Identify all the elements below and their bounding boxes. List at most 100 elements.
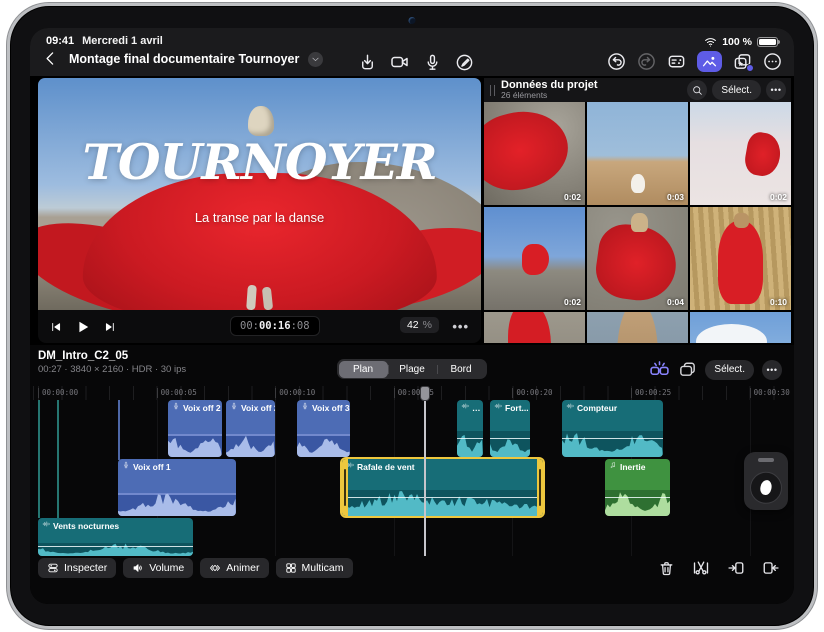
multicam-button[interactable]: Multicam (276, 558, 353, 578)
media-thumbnail[interactable]: 0:10 (690, 207, 791, 310)
viewer-more-button[interactable]: ••• (452, 319, 469, 334)
clip-label: Voix off 3 (312, 403, 350, 413)
clip-label: … (472, 403, 481, 413)
settings-panel-button[interactable] (667, 52, 686, 71)
status-bar-right: 100 % (704, 35, 778, 48)
media-browser-button[interactable] (697, 51, 722, 72)
media-thumbnail[interactable]: 0:02 (484, 207, 585, 310)
media-thumbnail[interactable]: 0:03 (587, 102, 688, 205)
playhead-line (424, 386, 426, 556)
media-thumbnail[interactable]: 0:02 (690, 102, 791, 205)
video-title-text: TOURNOYER (38, 138, 481, 187)
timeline-clip-fort-[interactable]: Fort... (490, 400, 530, 457)
timeline-clip-voix-off-3[interactable]: Voix off 3 (297, 400, 350, 457)
mic-icon (122, 461, 130, 469)
timeline-clip-compteur[interactable]: Compteur (562, 400, 663, 457)
clip-label: Rafale de vent (357, 462, 415, 472)
waveform-icon (494, 402, 502, 410)
microphone-button[interactable] (423, 53, 442, 72)
timeline-clip-voix-off-1[interactable]: Voix off 1 (118, 459, 236, 516)
media-thumbnail[interactable] (484, 312, 585, 343)
import-button[interactable] (358, 53, 377, 72)
media-grid: 0:02 0:03 0:02 0:02 0:04 0:10 (484, 102, 791, 343)
waveform-icon (566, 402, 574, 410)
clip-label: Voix off 2 (183, 403, 221, 413)
titles-effects-button[interactable] (733, 52, 752, 71)
pencil-button[interactable] (455, 53, 474, 72)
media-thumbnail[interactable] (690, 312, 791, 343)
animer-button[interactable]: Animer (200, 558, 268, 578)
clip-label: Inertie (620, 462, 646, 472)
media-thumbnail[interactable]: 0:02 (484, 102, 585, 205)
toolbar-right (607, 51, 782, 72)
clip-label: Compteur (577, 403, 617, 413)
date: Mercredi 1 avril (82, 35, 163, 47)
clip-duration: 0:02 (564, 192, 581, 202)
mic-icon (301, 402, 309, 410)
keyframes-icon (209, 562, 221, 574)
screen: 09:41 Mercredi 1 avril 100 % Montage fin… (30, 28, 794, 604)
playhead-handle[interactable] (420, 386, 430, 401)
timeline-clip-voix-off-2[interactable]: Voix off 2 (226, 400, 275, 457)
viewer[interactable]: TOURNOYER La transe par la danse (38, 78, 481, 310)
trim-handle-left[interactable] (342, 459, 348, 516)
title-menu-button[interactable] (308, 52, 323, 67)
video-subtitle-text: La transe par la danse (38, 210, 481, 225)
transport-controls (50, 310, 116, 343)
waveform-icon (461, 402, 469, 410)
clip-label: Vents nocturnes (53, 521, 119, 531)
previous-frame-button[interactable] (50, 321, 62, 333)
timeline-clip-inertie[interactable]: Inertie (605, 459, 670, 516)
wifi-icon (704, 35, 717, 48)
back-button[interactable] (42, 50, 60, 68)
search-button[interactable] (687, 80, 707, 100)
waveform-icon (42, 520, 50, 528)
zoom-level[interactable]: 42% (400, 317, 439, 333)
toolbar-left: Montage final documentaire Tournoyer (42, 50, 323, 68)
clip-duration: 0:03 (667, 192, 684, 202)
timeline-toolbar: Inspecter Volume Animer Multicam (38, 558, 353, 578)
timeline-clip-rafale-de-vent[interactable]: Rafale de vent (342, 459, 543, 516)
multicam-icon (285, 562, 297, 574)
inspecter-button[interactable]: Inspecter (38, 558, 116, 578)
jog-wheel[interactable] (744, 452, 788, 510)
timeline-clip--[interactable]: … (457, 400, 483, 457)
camera-button[interactable] (390, 52, 410, 72)
media-panel-count: 26 éléments (501, 91, 598, 100)
inspector-icon (47, 562, 59, 574)
volume-button[interactable]: Volume (123, 558, 193, 578)
timeline-actions (658, 559, 780, 577)
clip-duration: 0:02 (770, 192, 787, 202)
insert-clip-button[interactable] (727, 559, 745, 577)
speaker-icon (132, 562, 144, 574)
timeline-clip-voix-off-2[interactable]: Voix off 2 (168, 400, 222, 457)
next-frame-button[interactable] (104, 321, 116, 333)
media-panel-header: Données du projet 26 éléments Sélect. ••… (484, 78, 791, 102)
append-clip-button[interactable] (762, 559, 780, 577)
project-media-panel: Données du projet 26 éléments Sélect. ••… (484, 78, 791, 343)
media-more-button[interactable]: ••• (766, 80, 786, 100)
battery-percent: 100 % (722, 36, 752, 48)
redo-button[interactable] (637, 52, 656, 71)
clock: 09:41 (46, 35, 74, 47)
ipad-device: 09:41 Mercredi 1 avril 100 % Montage fin… (7, 3, 817, 629)
media-thumbnail[interactable]: 0:04 (587, 207, 688, 310)
clip-duration: 0:10 (770, 297, 787, 307)
clip-duration: 0:04 (667, 297, 684, 307)
clip-label: Voix off 2 (241, 403, 275, 413)
blade-button[interactable] (692, 559, 710, 577)
panel-drag-handle[interactable] (490, 85, 495, 96)
media-select-button[interactable]: Sélect. (712, 80, 761, 100)
status-bar-left: 09:41 Mercredi 1 avril (46, 35, 163, 47)
toolbar-center (358, 52, 474, 72)
undo-button[interactable] (607, 52, 626, 71)
more-button[interactable] (763, 52, 782, 71)
media-thumbnail[interactable] (587, 312, 688, 343)
play-button[interactable] (75, 319, 91, 335)
timeline-clip-vents-nocturnes[interactable]: Vents nocturnes (38, 518, 193, 556)
delete-button[interactable] (658, 560, 675, 577)
timeline-section: DM_Intro_C2_05 00:27 · 3840 × 2160 · HDR… (30, 345, 794, 604)
trim-handle-right[interactable] (537, 459, 543, 516)
playback-controls: 00:00:16:08 42% ••• (38, 310, 481, 343)
jog-dial[interactable] (750, 472, 782, 504)
